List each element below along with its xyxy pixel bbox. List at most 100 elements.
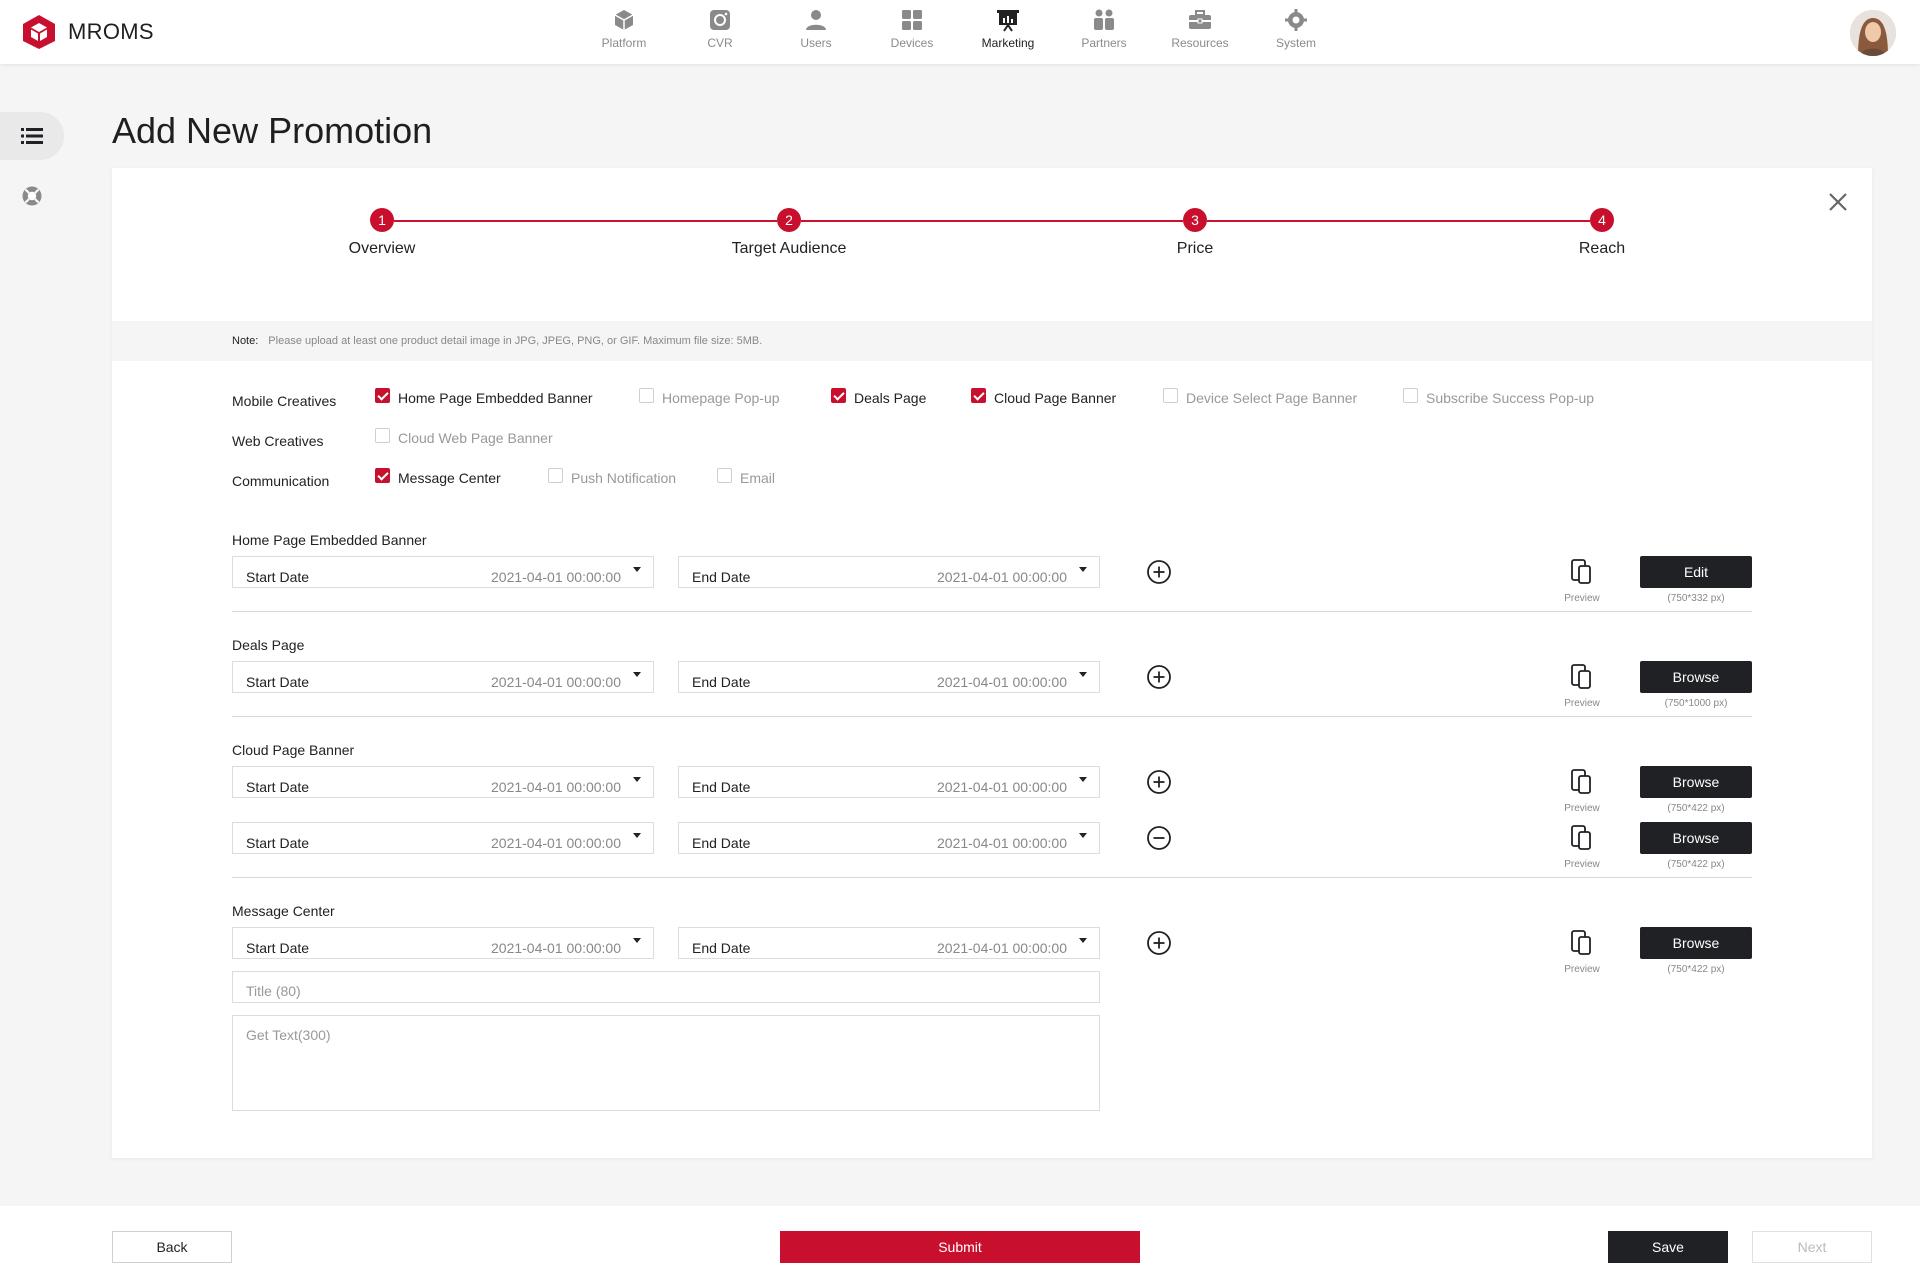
nav-label: Marketing — [981, 36, 1035, 50]
preview-button[interactable]: Preview — [1552, 824, 1612, 870]
end-date-label: End Date — [692, 779, 751, 795]
checkbox-label: Home Page Embedded Banner — [398, 390, 593, 406]
start-date-value: 2021-04-01 00:00:00 — [491, 674, 621, 690]
end-date-picker[interactable]: End Date 2021-04-01 00:00:00 — [678, 766, 1100, 798]
step-label: Reach — [1578, 240, 1626, 257]
rail-list-button[interactable] — [0, 112, 64, 160]
end-date-label: End Date — [692, 569, 751, 585]
browse-button[interactable]: Browse — [1640, 766, 1752, 798]
section-title-cloud: Cloud Page Banner — [232, 742, 355, 758]
nav-item-platform[interactable]: Platform — [576, 8, 672, 60]
checkbox-homepage-popup[interactable]: Homepage Pop-up — [639, 387, 780, 406]
start-date-picker[interactable]: Start Date 2021-04-01 00:00:00 — [232, 661, 654, 693]
step-label: Price — [1176, 240, 1214, 257]
plus-circle-icon[interactable] — [1146, 769, 1172, 795]
end-date-picker[interactable]: End Date 2021-04-01 00:00:00 — [678, 556, 1100, 588]
user-icon — [806, 10, 826, 30]
next-button[interactable]: Next — [1752, 1231, 1872, 1263]
submit-button[interactable]: Submit — [780, 1231, 1140, 1263]
edit-button[interactable]: Edit — [1640, 556, 1752, 588]
save-button[interactable]: Save — [1608, 1231, 1728, 1263]
preview-button[interactable]: Preview — [1552, 768, 1612, 814]
checkbox-label: Subscribe Success Pop-up — [1426, 390, 1595, 406]
nav-item-cvr[interactable]: CVR — [672, 8, 768, 60]
user-avatar[interactable] — [1850, 10, 1896, 56]
nav-item-resources[interactable]: Resources — [1152, 8, 1248, 60]
brand[interactable]: MROMS — [22, 14, 154, 50]
dimension-note: (750*1000 px) — [1664, 698, 1728, 709]
checkbox-subscribe-success-popup[interactable]: Subscribe Success Pop-up — [1403, 387, 1595, 406]
section-divider — [232, 611, 1752, 612]
caret-down-icon — [633, 833, 641, 838]
preview-button[interactable]: Preview — [1552, 558, 1612, 604]
checkbox-cloud-web-page-banner[interactable]: Cloud Web Page Banner — [375, 427, 553, 446]
end-date-picker[interactable]: End Date 2021-04-01 00:00:00 — [678, 927, 1100, 959]
note-label: Note: — [232, 335, 259, 347]
plus-circle-icon[interactable] — [1146, 664, 1172, 690]
start-date-picker[interactable]: Start Date 2021-04-01 00:00:00 — [232, 766, 654, 798]
checkbox-box — [639, 387, 654, 403]
step-number: 1 — [370, 208, 394, 232]
browse-button[interactable]: Browse — [1640, 822, 1752, 854]
checkbox-cloud-page-banner[interactable]: Cloud Page Banner — [971, 387, 1116, 406]
app-name: MROMS — [68, 19, 154, 44]
checkbox-device-select-page-banner[interactable]: Device Select Page Banner — [1163, 387, 1357, 406]
end-date-picker[interactable]: End Date 2021-04-01 00:00:00 — [678, 822, 1100, 854]
nav-label: Partners — [1081, 36, 1127, 50]
browse-button[interactable]: Browse — [1640, 927, 1752, 959]
message-text-area[interactable]: Get Text(300) — [232, 1015, 1100, 1111]
mroms-logo-icon — [23, 15, 55, 49]
nav-item-partners[interactable]: Partners — [1056, 8, 1152, 60]
preview-button[interactable]: Preview — [1552, 663, 1612, 709]
caret-down-icon — [1079, 833, 1087, 838]
step-target-audience[interactable]: 2 Target Audience — [709, 208, 869, 258]
step-reach[interactable]: 4 Reach — [1522, 208, 1682, 258]
caret-down-icon — [633, 777, 641, 782]
nav-item-marketing[interactable]: Marketing — [960, 8, 1056, 60]
nav-item-devices[interactable]: Devices — [864, 8, 960, 60]
browse-button[interactable]: Browse — [1640, 661, 1752, 693]
start-date-picker[interactable]: Start Date 2021-04-01 00:00:00 — [232, 927, 654, 959]
end-date-value: 2021-04-01 00:00:00 — [937, 674, 1067, 690]
section-title-deals: Deals Page — [232, 637, 305, 653]
close-icon[interactable] — [1824, 188, 1852, 216]
dimension-note: (750*332 px) — [1667, 593, 1725, 604]
message-title-input[interactable]: Title (80) — [232, 971, 1100, 1003]
caret-down-icon — [1079, 777, 1087, 782]
start-date-picker[interactable]: Start Date 2021-04-01 00:00:00 — [232, 822, 654, 854]
step-number: 4 — [1590, 208, 1614, 232]
top-navigation-bar: MROMS Platform CVR Users Devices Marketi… — [0, 0, 1920, 64]
support-icon — [22, 186, 42, 206]
caret-down-icon — [633, 938, 641, 943]
checkbox-box — [548, 467, 563, 483]
checkbox-label: Deals Page — [854, 390, 927, 406]
minus-circle-icon[interactable] — [1146, 825, 1172, 851]
back-button[interactable]: Back — [112, 1231, 232, 1263]
plus-circle-icon[interactable] — [1146, 559, 1172, 585]
nav-label: Resources — [1171, 36, 1229, 50]
dimension-note: (750*422 px) — [1667, 964, 1725, 975]
preview-button[interactable]: Preview — [1552, 929, 1612, 975]
checkbox-box — [1403, 387, 1418, 403]
option-group-label: Communication — [232, 473, 330, 489]
step-price[interactable]: 3 Price — [1115, 208, 1275, 258]
step-overview[interactable]: 1 Overview — [302, 208, 462, 258]
checkbox-push-notification[interactable]: Push Notification — [548, 467, 676, 486]
checkbox-box — [1163, 387, 1178, 403]
plus-circle-icon[interactable] — [1146, 930, 1172, 956]
devices-grid-icon — [902, 10, 922, 30]
start-date-picker[interactable]: Start Date 2021-04-01 00:00:00 — [232, 556, 654, 588]
checkbox-box — [831, 387, 846, 403]
checkbox-message-center[interactable]: Message Center — [375, 467, 501, 486]
nav-item-users[interactable]: Users — [768, 8, 864, 60]
end-date-picker[interactable]: End Date 2021-04-01 00:00:00 — [678, 661, 1100, 693]
checkbox-deals-page[interactable]: Deals Page — [831, 387, 927, 406]
checkbox-home-page-embedded-banner[interactable]: Home Page Embedded Banner — [375, 387, 593, 406]
checkbox-box — [375, 427, 390, 443]
web-creatives-row: Web Creatives Cloud Web Page Banner — [232, 427, 1752, 454]
rail-support-button[interactable] — [0, 172, 64, 220]
checkbox-email[interactable]: Email — [717, 467, 775, 486]
checkbox-box — [375, 467, 390, 483]
nav-item-system[interactable]: System — [1248, 8, 1344, 60]
mobile-preview-icon — [1571, 769, 1591, 794]
